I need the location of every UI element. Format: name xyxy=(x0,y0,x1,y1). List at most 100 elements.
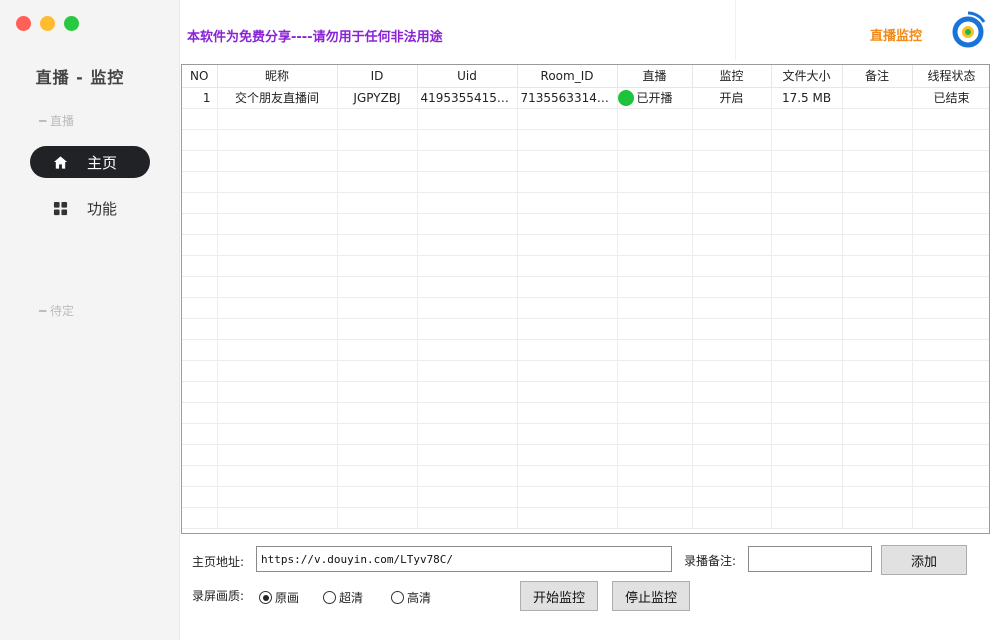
empty-cell xyxy=(692,423,772,445)
quality-label: 录屏画质: xyxy=(192,589,245,603)
empty-cell xyxy=(517,507,618,529)
column-header[interactable]: ID xyxy=(337,65,418,88)
empty-cell xyxy=(617,276,693,298)
column-header[interactable]: 备注 xyxy=(842,65,913,88)
sidebar: 直播 - 监控 ━ 直播 主页 功能 ━ 待定 xyxy=(0,0,180,640)
empty-cell xyxy=(417,129,518,151)
column-header[interactable]: 监控 xyxy=(692,65,772,88)
empty-cell xyxy=(912,213,989,235)
empty-cell xyxy=(842,402,913,424)
empty-cell xyxy=(417,360,518,382)
maximize-window-button[interactable] xyxy=(64,16,79,31)
empty-cell xyxy=(517,486,618,508)
empty-cell xyxy=(417,108,518,130)
empty-cell xyxy=(617,213,693,235)
empty-cell xyxy=(337,507,418,529)
empty-table-row xyxy=(182,339,989,361)
empty-cell xyxy=(771,360,843,382)
empty-cell xyxy=(517,171,618,193)
empty-cell xyxy=(517,150,618,172)
header-title: 直播监控 xyxy=(870,29,923,44)
empty-cell xyxy=(217,423,338,445)
column-header[interactable]: 线程状态 xyxy=(912,65,989,88)
empty-cell xyxy=(692,108,772,130)
empty-table-row xyxy=(182,108,989,130)
empty-cell xyxy=(217,108,338,130)
empty-table-row xyxy=(182,129,989,151)
empty-cell xyxy=(217,213,338,235)
url-label: 主页地址: xyxy=(192,555,245,569)
empty-cell xyxy=(182,213,218,235)
empty-cell xyxy=(417,444,518,466)
cell-uid: 41953554155... xyxy=(417,87,518,109)
empty-cell xyxy=(842,507,913,529)
cell-no: 1 xyxy=(182,87,218,109)
empty-cell xyxy=(517,108,618,130)
add-button[interactable]: 添加 xyxy=(881,545,967,575)
empty-cell xyxy=(337,213,418,235)
empty-table-row xyxy=(182,276,989,298)
empty-cell xyxy=(771,402,843,424)
stop-monitor-button[interactable]: 停止监控 xyxy=(612,581,690,611)
column-header[interactable]: NO xyxy=(182,65,218,88)
quality-option-super[interactable]: 超清 xyxy=(323,589,363,606)
empty-cell xyxy=(912,318,989,340)
sidebar-item-home[interactable]: 主页 xyxy=(30,146,150,178)
empty-cell xyxy=(182,171,218,193)
empty-cell xyxy=(337,381,418,403)
empty-cell xyxy=(771,381,843,403)
column-header[interactable]: Uid xyxy=(417,65,518,88)
empty-cell xyxy=(417,234,518,256)
empty-cell xyxy=(217,129,338,151)
column-header[interactable]: 昵称 xyxy=(217,65,338,88)
empty-cell xyxy=(842,444,913,466)
empty-cell xyxy=(182,234,218,256)
empty-cell xyxy=(217,192,338,214)
empty-cell xyxy=(617,444,693,466)
empty-cell xyxy=(337,465,418,487)
minimize-window-button[interactable] xyxy=(40,16,55,31)
homepage-url-input[interactable] xyxy=(256,546,672,572)
empty-cell xyxy=(771,234,843,256)
empty-cell xyxy=(912,150,989,172)
empty-cell xyxy=(417,297,518,319)
close-window-button[interactable] xyxy=(16,16,31,31)
empty-cell xyxy=(692,381,772,403)
grid-icon xyxy=(52,200,68,216)
empty-cell xyxy=(617,507,693,529)
empty-cell xyxy=(182,507,218,529)
column-header[interactable]: 文件大小 xyxy=(771,65,843,88)
empty-table-row xyxy=(182,402,989,424)
column-header[interactable]: 直播 xyxy=(617,65,693,88)
cell-size: 17.5 MB xyxy=(771,87,843,109)
empty-cell xyxy=(617,234,693,256)
start-monitor-button[interactable]: 开始监控 xyxy=(520,581,598,611)
empty-cell xyxy=(842,486,913,508)
header: 本软件为免费分享----请勿用于任何非法用途 直播监控 xyxy=(180,0,1000,62)
empty-cell xyxy=(337,297,418,319)
empty-cell xyxy=(617,465,693,487)
empty-cell xyxy=(912,381,989,403)
empty-cell xyxy=(692,444,772,466)
empty-cell xyxy=(417,150,518,172)
empty-cell xyxy=(182,276,218,298)
app-logo-icon xyxy=(952,11,986,48)
radio-checked-icon xyxy=(259,591,272,604)
recording-note-input[interactable] xyxy=(748,546,872,572)
empty-cell xyxy=(182,339,218,361)
empty-cell xyxy=(912,276,989,298)
column-header[interactable]: Room_ID xyxy=(517,65,618,88)
sidebar-item-features[interactable]: 功能 xyxy=(30,192,150,224)
empty-cell xyxy=(337,444,418,466)
empty-cell xyxy=(182,129,218,151)
quality-option-original[interactable]: 原画 xyxy=(259,589,299,606)
empty-cell xyxy=(617,192,693,214)
table-row[interactable]: 1 交个朋友直播间 JGPYZBJ 41953554155... 7135563… xyxy=(182,87,989,109)
empty-cell xyxy=(337,318,418,340)
empty-cell xyxy=(517,402,618,424)
empty-cell xyxy=(692,255,772,277)
empty-cell xyxy=(517,234,618,256)
empty-cell xyxy=(182,150,218,172)
quality-option-high[interactable]: 高清 xyxy=(391,589,431,606)
empty-cell xyxy=(417,276,518,298)
